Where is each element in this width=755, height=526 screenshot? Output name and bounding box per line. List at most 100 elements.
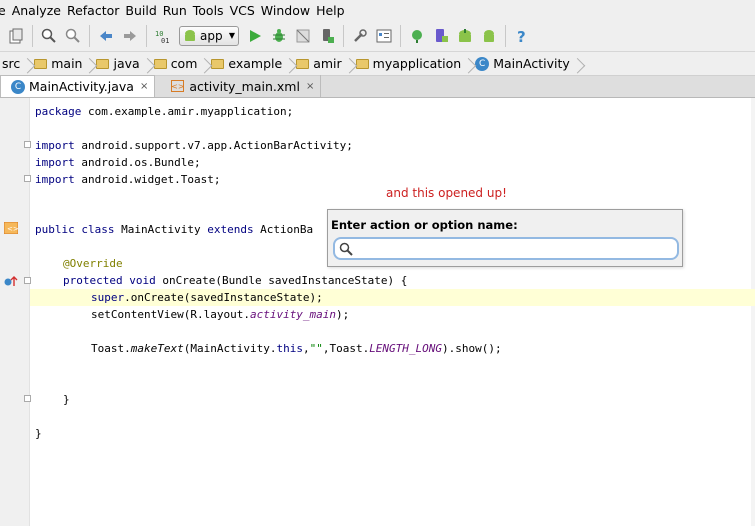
breadcrumb-label: src [2, 56, 21, 71]
menu-vcs[interactable]: VCS [230, 3, 261, 18]
popup-title: Enter action or option name: [331, 218, 518, 232]
code-line: import android.widget.Toast; [35, 173, 221, 186]
code-line: } [63, 393, 70, 406]
toolbar-separator [400, 24, 401, 47]
folder-icon [296, 58, 310, 69]
help-icon[interactable]: ? [511, 25, 533, 47]
make-project-icon[interactable]: 10 01 [152, 25, 174, 47]
breadcrumb-label: java [113, 56, 140, 71]
code-line: } [35, 427, 42, 440]
breadcrumb-separator [144, 52, 152, 76]
breadcrumb-label: main [51, 56, 83, 71]
project-structure-icon[interactable] [373, 25, 395, 47]
breadcrumb-separator [201, 52, 209, 76]
menu-build[interactable]: Build [125, 3, 162, 18]
breadcrumb-separator [346, 52, 354, 76]
menu-analyze[interactable]: Analyze [12, 3, 67, 18]
tab-label: MainActivity.java [29, 79, 134, 94]
settings-icon[interactable] [349, 25, 371, 47]
run-icon[interactable] [244, 25, 266, 47]
action-search-input[interactable] [357, 241, 667, 257]
coverage-icon[interactable] [292, 25, 314, 47]
class-gutter-icon[interactable]: <> [3, 221, 19, 237]
class-icon: C [11, 79, 25, 94]
menu-refactor[interactable]: Refactor [67, 3, 125, 18]
breadcrumb-label: example [228, 56, 283, 71]
sdk-manager-icon[interactable] [454, 25, 476, 47]
action-search-box[interactable] [333, 237, 679, 260]
toolbar-separator [32, 24, 33, 47]
tab-label: activity_main.xml [189, 78, 300, 94]
svg-text:<>: <> [7, 225, 18, 233]
breadcrumb-label: MainActivity [493, 56, 570, 71]
tab-mainactivity-java[interactable]: C MainActivity.java × [0, 75, 156, 97]
forward-arrow-icon[interactable] [119, 25, 141, 47]
toolbar-separator [146, 24, 147, 47]
close-icon[interactable]: × [140, 81, 148, 92]
breadcrumb-java[interactable]: java [94, 52, 143, 76]
code-line: super.onCreate(savedInstanceState); [91, 291, 323, 304]
code-line: public class MainActivity extends Action… [35, 223, 314, 236]
menu-tools[interactable]: Tools [193, 3, 230, 18]
editor-scrollbar[interactable] [751, 98, 755, 526]
folder-icon [34, 58, 48, 69]
breadcrumb-separator [86, 52, 94, 76]
breadcrumb-amir[interactable]: amir [294, 52, 345, 76]
chevron-down-icon: ▼ [228, 31, 235, 40]
breadcrumb-main[interactable]: main [32, 52, 86, 76]
menu-run[interactable]: Run [163, 3, 193, 18]
avd-manager-icon[interactable] [430, 25, 452, 47]
folder-icon [96, 58, 110, 69]
toolbar: 10 01 app ▼ ? [0, 20, 755, 52]
close-icon[interactable]: × [306, 81, 314, 92]
replace-icon[interactable] [62, 25, 84, 47]
svg-text:01: 01 [161, 37, 169, 44]
folder-icon [355, 58, 369, 69]
breadcrumb-example[interactable]: example [209, 52, 286, 76]
breadcrumb-separator [574, 52, 582, 76]
folder-icon [153, 58, 167, 69]
breadcrumb: src main java com example amir myapplica… [0, 52, 755, 76]
sync-gradle-icon[interactable] [406, 25, 428, 47]
android-device-monitor-icon[interactable] [478, 25, 500, 47]
menu-help[interactable]: Help [316, 3, 351, 18]
menu-bar: e Analyze Refactor Build Run Tools VCS W… [0, 0, 755, 20]
code-editor[interactable]: <> package com.example.amir.myapplicatio… [0, 98, 755, 526]
code-line: package com.example.amir.myapplication; [35, 105, 294, 118]
class-icon: C [475, 56, 490, 71]
override-gutter-icon[interactable] [4, 275, 18, 290]
breadcrumb-mainactivity[interactable]: C MainActivity [473, 52, 574, 76]
editor-tabs: C MainActivity.java × <> activity_main.x… [0, 75, 755, 98]
attach-debugger-icon[interactable] [316, 25, 338, 47]
breadcrumb-separator [465, 52, 473, 76]
annotation-note: and this opened up! [386, 186, 507, 200]
debug-icon[interactable] [268, 25, 290, 47]
xml-file-icon: <> [171, 80, 185, 92]
tab-activity-main-xml[interactable]: <> activity_main.xml × [155, 75, 322, 97]
code-line: Toast.makeText(MainActivity.this,"",Toas… [91, 342, 502, 355]
run-configuration-select[interactable]: app ▼ [179, 25, 239, 46]
breadcrumb-myapplication[interactable]: myapplication [354, 52, 466, 76]
menu-file[interactable]: e [0, 3, 12, 18]
editor-gutter [0, 98, 30, 526]
breadcrumb-label: amir [313, 56, 342, 71]
code-line: setContentView(R.layout.activity_main); [91, 308, 350, 321]
toolbar-separator [343, 24, 344, 47]
paste-icon[interactable] [5, 25, 27, 47]
fold-marker[interactable] [24, 277, 31, 284]
search-icon [339, 242, 353, 259]
folder-icon [211, 58, 225, 69]
breadcrumb-label: myapplication [372, 56, 462, 71]
fold-marker[interactable] [24, 395, 31, 402]
run-configuration-label: app [200, 28, 223, 43]
fold-marker[interactable] [24, 141, 31, 148]
breadcrumb-label: com [170, 56, 198, 71]
find-icon[interactable] [38, 25, 60, 47]
breadcrumb-com[interactable]: com [152, 52, 202, 76]
back-arrow-icon[interactable] [95, 25, 117, 47]
menu-window[interactable]: Window [261, 3, 316, 18]
breadcrumb-separator [24, 52, 32, 76]
toolbar-separator [505, 24, 506, 47]
find-action-popup: Enter action or option name: [327, 209, 683, 267]
fold-marker[interactable] [24, 175, 31, 182]
